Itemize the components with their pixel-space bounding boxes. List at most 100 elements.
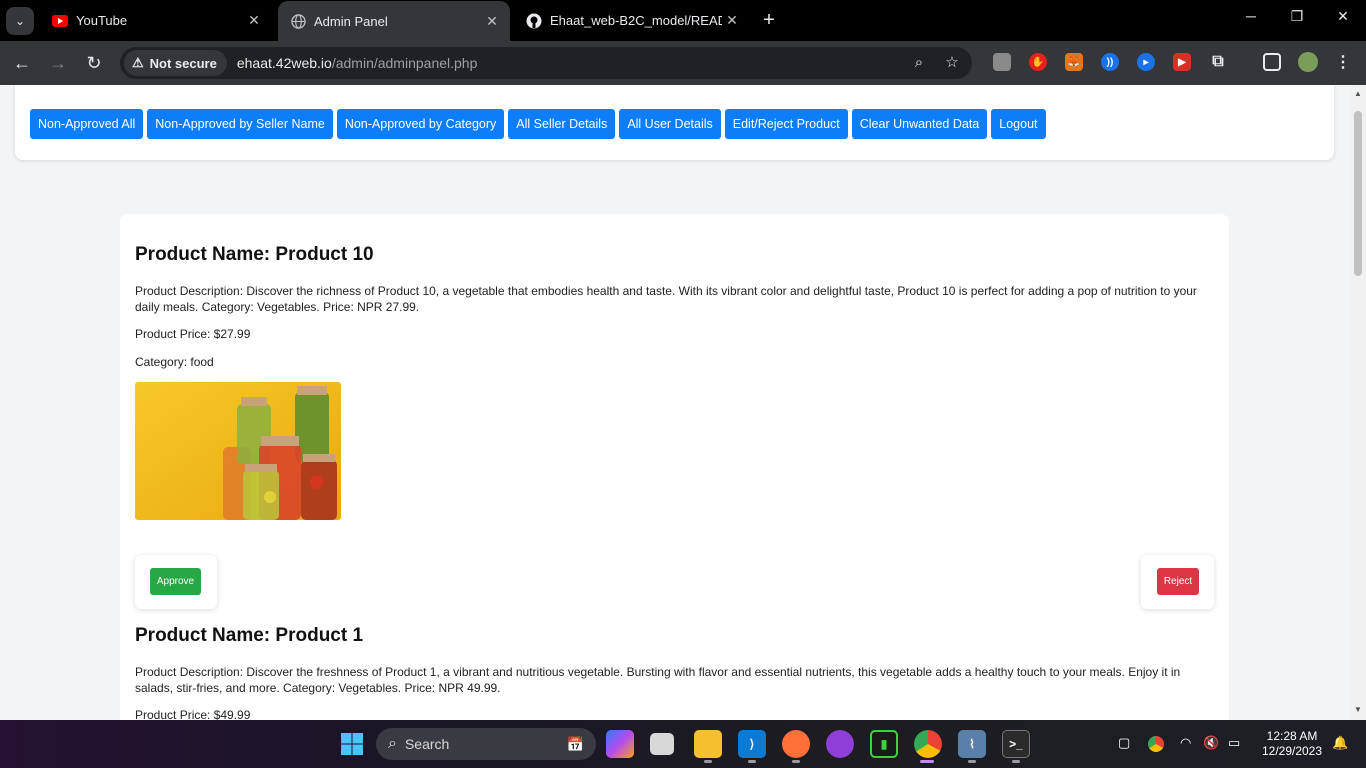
non-approved-by-category-button[interactable]: Non-Approved by Category — [336, 109, 505, 139]
profile-avatar[interactable] — [1298, 52, 1318, 72]
forward-arrow-icon[interactable]: → — [46, 51, 70, 75]
app-running-indicator — [1012, 760, 1020, 763]
menu-kebab-icon[interactable]: ⋮ — [1334, 53, 1352, 71]
page-scrollbar[interactable]: ▲ ▼ — [1350, 85, 1366, 720]
close-tab-icon[interactable]: ✕ — [244, 12, 264, 29]
app-running-indicator — [792, 760, 800, 763]
search-icon: ⌕ — [388, 735, 397, 752]
close-tab-icon[interactable]: ✕ — [722, 12, 742, 29]
scrollbar-thumb[interactable] — [1354, 111, 1362, 276]
logout-button[interactable]: Logout — [991, 109, 1046, 139]
tab-strip: ⌄ YouTube ✕ Admin Panel ✕ Ehaat_web-B2C_… — [0, 0, 1366, 41]
app-active-indicator — [920, 760, 934, 763]
clear-unwanted-data-button[interactable]: Clear Unwanted Data — [851, 109, 988, 139]
tab-github[interactable]: Ehaat_web-B2C_model/READM ✕ — [514, 0, 750, 41]
scroll-down-arrow-icon[interactable]: ▼ — [1350, 705, 1366, 714]
edit-reject-product-button[interactable]: Edit/Reject Product — [724, 109, 848, 139]
tray-square-icon[interactable]: ▢ — [1118, 735, 1130, 751]
url-host: ehaat.42web.io — [236, 55, 332, 71]
non-approved-all-button[interactable]: Non-Approved All — [30, 109, 144, 139]
extension-icon[interactable] — [993, 53, 1011, 71]
notification-bell-icon[interactable]: 🔔 — [1332, 735, 1348, 751]
bookmark-star-icon[interactable]: ☆ — [942, 53, 962, 73]
clock-date: 12/29/2023 — [1261, 744, 1323, 758]
page-viewport: Non-Approved All Non-Approved by Seller … — [0, 85, 1350, 720]
system-monitor-icon[interactable]: ⌇ — [958, 730, 986, 758]
reject-card: Reject — [1141, 555, 1214, 609]
tab-title: Admin Panel — [314, 13, 388, 29]
tab-search-button[interactable]: ⌄ — [6, 7, 34, 35]
security-badge[interactable]: ⚠ Not secure — [124, 50, 227, 76]
scroll-up-arrow-icon[interactable]: ▲ — [1350, 89, 1366, 98]
task-view-icon[interactable] — [650, 733, 674, 755]
close-tab-icon[interactable]: ✕ — [482, 13, 502, 30]
terminal-green-icon[interactable]: ▮ — [870, 730, 898, 758]
product-image — [135, 382, 341, 520]
new-tab-button[interactable]: + — [758, 9, 780, 31]
address-bar[interactable]: ⚠ Not secure ehaat.42web.io/admin/adminp… — [120, 47, 972, 79]
product-list-card: Product Name: Product 10 Product Descrip… — [120, 214, 1229, 720]
tab-title: YouTube — [76, 13, 128, 28]
zoom-icon[interactable]: ⌕ — [909, 53, 929, 73]
side-panel-icon[interactable] — [1263, 53, 1281, 71]
app-running-indicator — [968, 760, 976, 763]
back-arrow-icon[interactable]: ← — [10, 51, 34, 75]
product-category: Category: food — [135, 355, 214, 369]
windows-terminal-icon[interactable]: >_ — [1002, 730, 1030, 758]
tor-browser-icon[interactable] — [826, 730, 854, 758]
url-path: /admin/adminpanel.php — [331, 55, 478, 71]
chrome-icon[interactable] — [914, 730, 942, 758]
taskbar-search-label: Search — [404, 736, 450, 752]
extension-audio-icon[interactable]: )) — [1101, 53, 1119, 71]
puzzle-extensions-icon[interactable]: ⧉ — [1209, 53, 1227, 71]
product-description: Product Description: Discover the freshn… — [135, 665, 1181, 695]
admin-nav-buttons: Non-Approved All Non-Approved by Seller … — [30, 109, 1046, 139]
firefox-icon[interactable] — [782, 730, 810, 758]
file-explorer-icon[interactable] — [694, 730, 722, 758]
clock-time: 12:28 AM — [1266, 729, 1318, 743]
security-label: Not secure — [149, 55, 217, 71]
speaker-muted-icon[interactable]: 🔇 — [1203, 735, 1219, 751]
admin-nav-card: Non-Approved All Non-Approved by Seller … — [15, 85, 1334, 160]
wifi-icon[interactable]: ◠ — [1180, 735, 1191, 751]
calendar-widget-icon: 📅 — [566, 735, 584, 752]
github-icon — [526, 13, 542, 29]
all-seller-details-button[interactable]: All Seller Details — [508, 109, 616, 139]
close-window-icon[interactable]: ✕ — [1320, 8, 1366, 25]
product-price: Product Price: $27.99 — [135, 327, 251, 341]
tab-admin-panel[interactable]: Admin Panel ✕ — [278, 1, 510, 41]
warning-triangle-icon: ⚠ — [132, 55, 144, 70]
browser-toolbar: ← → ↻ ⚠ Not secure ehaat.42web.io/admin/… — [0, 41, 1366, 85]
restore-icon[interactable]: ❐ — [1274, 8, 1320, 25]
approve-card: Approve — [135, 555, 217, 609]
product-name: Product Name: Product 1 — [135, 625, 364, 646]
windows-taskbar: ⌕ Search 📅 ⟩ ▮ ⌇ >_ ▢ ◠ 🔇 ▭ 12:28 AM 12/… — [0, 720, 1366, 768]
url-text[interactable]: ehaat.42web.io/admin/adminpanel.php — [237, 55, 478, 71]
minimize-icon[interactable]: ─ — [1228, 8, 1274, 24]
system-clock[interactable]: 12:28 AM 12/29/2023 — [1256, 729, 1328, 759]
windows-start-icon[interactable] — [338, 730, 366, 758]
non-approved-by-seller-button[interactable]: Non-Approved by Seller Name — [147, 109, 333, 139]
approve-button[interactable]: Approve — [150, 568, 201, 595]
metamask-fox-icon[interactable]: 🦊 — [1065, 53, 1083, 71]
extension-play-icon[interactable]: ▸ — [1137, 53, 1155, 71]
all-user-details-button[interactable]: All User Details — [619, 109, 721, 139]
reject-button[interactable]: Reject — [1157, 568, 1199, 595]
product-price: Product Price: $49.99 — [135, 708, 251, 720]
tray-chrome-icon[interactable] — [1148, 736, 1164, 752]
extension-hand-icon[interactable]: ✋ — [1029, 53, 1047, 71]
vscode-icon[interactable]: ⟩ — [738, 730, 766, 758]
reload-icon[interactable]: ↻ — [82, 51, 106, 75]
battery-icon[interactable]: ▭ — [1228, 735, 1240, 751]
tab-title: Ehaat_web-B2C_model/READM — [550, 13, 722, 28]
youtube-icon — [52, 13, 68, 29]
chevron-down-icon: ⌄ — [14, 14, 26, 28]
globe-icon — [290, 13, 306, 29]
app-running-indicator — [704, 760, 712, 763]
extension-red-icon[interactable]: ▶ — [1173, 53, 1191, 71]
taskbar-search-box[interactable]: ⌕ Search 📅 — [376, 728, 596, 760]
product-name: Product Name: Product 10 — [135, 244, 374, 265]
tab-youtube[interactable]: YouTube ✕ — [40, 0, 272, 41]
copilot-icon[interactable] — [606, 730, 634, 758]
product-description: Product Description: Discover the richne… — [135, 284, 1197, 314]
